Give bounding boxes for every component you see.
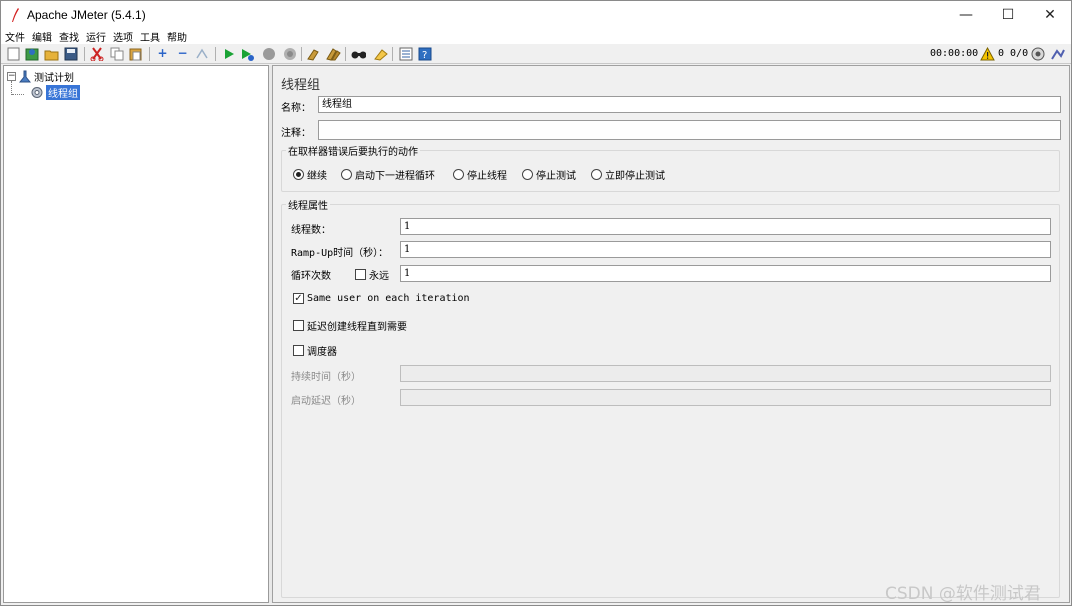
startup-delay-label: 启动延迟（秒） [291, 396, 361, 407]
radio-stop-test[interactable]: 停止测试 [522, 167, 576, 182]
menu-help[interactable]: 帮助 [167, 29, 187, 44]
rampup-label: Ramp-Up时间（秒）： [291, 248, 389, 259]
menu-edit[interactable]: 编辑 [32, 29, 52, 44]
comment-label: 注释： [281, 128, 311, 139]
new-icon[interactable] [6, 46, 21, 61]
cut-icon[interactable] [89, 46, 104, 61]
threads-label: 线程数： [291, 225, 331, 236]
search-icon[interactable] [351, 46, 366, 61]
toggle-icon[interactable] [195, 46, 210, 61]
thread-group-panel: 线程组 名称： 线程组 注释： 在取样器错误后要执行的动作 继续 启动下一进程循… [272, 65, 1070, 603]
tree-collapse-toggle[interactable]: − [7, 72, 16, 81]
radio-stop-thread[interactable]: 停止线程 [453, 167, 507, 182]
threads-field[interactable]: 1 [400, 218, 1051, 235]
window-title: Apache JMeter (5.4.1) [27, 8, 146, 22]
warning-icon[interactable] [980, 47, 995, 61]
menu-file[interactable]: 文件 [5, 29, 25, 44]
loop-count-field[interactable]: 1 [400, 265, 1051, 282]
duration-label: 持续时间（秒） [291, 372, 361, 383]
radio-start-next-loop[interactable]: 启动下一进程循环 [341, 167, 435, 182]
scheduler-checkbox[interactable]: 调度器 [293, 343, 337, 358]
name-label: 名称： [281, 103, 311, 114]
thread-properties-title: 线程属性 [286, 197, 330, 212]
menu-search[interactable]: 查找 [59, 29, 79, 44]
csdn-watermark: CSDN @软件测试君 [885, 584, 1041, 604]
forever-checkbox[interactable]: 永远 [355, 267, 389, 282]
minimize-button[interactable]: — [945, 1, 987, 29]
tree-label-thread-group: 线程组 [46, 84, 80, 100]
start-icon[interactable] [221, 46, 236, 61]
tree-node-thread-group[interactable]: 线程组 [30, 84, 80, 100]
thread-count: 0 0/0 [998, 48, 1029, 59]
log-viewer-icon[interactable] [1050, 47, 1066, 61]
menu-tools[interactable]: 工具 [140, 29, 160, 44]
menu-options[interactable]: 选项 [113, 29, 133, 44]
paste-icon[interactable] [128, 46, 143, 61]
tree-label-test-plan: 测试计划 [34, 72, 74, 84]
thread-group-gear-icon [31, 86, 43, 98]
duration-field[interactable] [400, 365, 1051, 382]
panel-title: 线程组 [281, 78, 321, 93]
templates-icon[interactable] [25, 46, 40, 61]
start-no-pause-icon[interactable] [240, 46, 255, 61]
rampup-field[interactable]: 1 [400, 241, 1051, 258]
comment-field[interactable] [318, 120, 1061, 140]
save-icon[interactable] [63, 46, 78, 61]
menu-bar: 文件 编辑 查找 运行 选项 工具 帮助 [1, 29, 1071, 44]
copy-icon[interactable] [109, 46, 124, 61]
help-icon[interactable]: ? [417, 46, 432, 61]
startup-delay-field[interactable] [400, 389, 1051, 406]
clear-icon[interactable] [306, 46, 321, 61]
test-plan-icon [19, 70, 31, 82]
check-mark-icon: ✓ [293, 293, 304, 304]
clear-all-icon[interactable] [326, 46, 341, 61]
delay-create-checkbox[interactable]: 延迟创建线程直到需要 [293, 318, 407, 333]
stop-icon[interactable] [261, 46, 276, 61]
radio-continue[interactable]: 继续 [293, 167, 327, 182]
menu-run[interactable]: 运行 [86, 29, 106, 44]
function-helper-icon[interactable] [398, 46, 413, 61]
shutdown-icon[interactable] [282, 46, 297, 61]
elapsed-time: 00:00:00 [930, 48, 979, 59]
svg-text:?: ? [422, 50, 427, 61]
expand-icon[interactable]: + [155, 46, 170, 61]
tree-node-test-plan[interactable]: 测试计划 [19, 69, 74, 84]
remote-status-icon [1031, 47, 1045, 61]
error-action-title: 在取样器错误后要执行的动作 [286, 143, 420, 158]
jmeter-feather-icon [12, 8, 19, 22]
name-field[interactable]: 线程组 [318, 96, 1061, 113]
test-plan-tree: − 测试计划 线程组 [3, 65, 269, 603]
radio-stop-test-now[interactable]: 立即停止测试 [591, 167, 665, 182]
toolbar: + − ? 00:00:00 0 0/0 [1, 44, 1071, 64]
close-button[interactable]: ✕ [1029, 1, 1071, 29]
open-icon[interactable] [44, 46, 59, 61]
reset-search-icon[interactable] [373, 46, 388, 61]
loop-count-label: 循环次数 [291, 271, 331, 282]
maximize-button[interactable]: ☐ [987, 1, 1029, 29]
jmeter-window: Apache JMeter (5.4.1) — ☐ ✕ 文件 编辑 查找 运行 … [0, 0, 1072, 606]
collapse-icon[interactable]: − [175, 46, 190, 61]
same-user-checkbox[interactable]: ✓ Same user on each iteration [293, 293, 470, 304]
title-bar: Apache JMeter (5.4.1) — ☐ ✕ [1, 1, 1071, 29]
